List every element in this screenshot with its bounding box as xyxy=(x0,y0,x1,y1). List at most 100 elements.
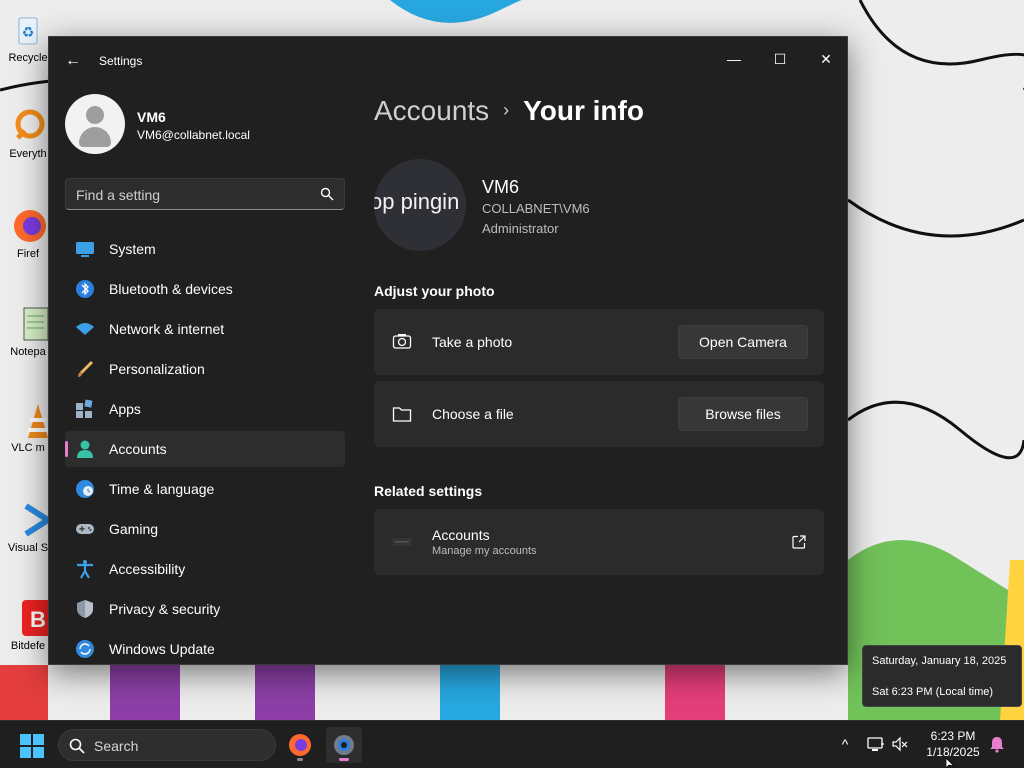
recycle-bin-icon: ♻ xyxy=(8,10,48,50)
user-role: Administrator xyxy=(482,221,559,236)
svg-text:♻: ♻ xyxy=(22,24,35,40)
close-button[interactable]: ✕ xyxy=(803,43,847,75)
svg-text:B: B xyxy=(30,607,46,632)
sidebar-item-label: Bluetooth & devices xyxy=(109,281,233,297)
bitdefender-icon: B xyxy=(8,598,52,638)
mouse-pointer-icon xyxy=(946,758,956,768)
taskbar: Search ^ 6:23 PM 1/18/2025 xyxy=(0,720,1024,768)
sidebar-item-system[interactable]: System xyxy=(65,231,345,267)
apps-icon xyxy=(76,399,93,418)
sidebar-item-privacy-security[interactable]: Privacy & security xyxy=(65,591,345,627)
browse-files-button[interactable]: Browse files xyxy=(678,397,808,431)
user-picture-text: op pingin xyxy=(374,189,460,214)
clock-tooltip: Saturday, January 18, 2025 Sat 6:23 PM (… xyxy=(862,645,1022,707)
active-indicator xyxy=(339,758,349,761)
maximize-button[interactable]: ☐ xyxy=(757,43,803,75)
notepad-icon xyxy=(8,304,49,344)
section-title-adjust-photo: Adjust your photo xyxy=(374,283,495,299)
open-camera-button[interactable]: Open Camera xyxy=(678,325,808,359)
related-accounts-subtitle: Manage my accounts xyxy=(432,545,537,557)
accounts-thumbnail-icon xyxy=(392,538,412,546)
breadcrumb-separator: › xyxy=(503,100,510,120)
volume-muted-icon[interactable] xyxy=(891,735,909,753)
taskbar-firefox[interactable] xyxy=(282,727,318,763)
brush-icon xyxy=(78,360,94,377)
sidebar-item-gaming[interactable]: Gaming xyxy=(65,511,345,547)
profile-name: VM6 xyxy=(137,109,166,125)
title-bar[interactable]: ← Settings — ☐ ✕ xyxy=(49,37,847,85)
sidebar-item-apps[interactable]: Apps xyxy=(65,391,345,427)
sidebar-item-windows-update[interactable]: Windows Update xyxy=(65,631,345,664)
sidebar-item-time-language[interactable]: Time & language xyxy=(65,471,345,507)
folder-icon xyxy=(392,407,412,422)
bluetooth-icon xyxy=(76,280,94,298)
windows-logo-tile xyxy=(20,747,31,758)
user-domain-account: COLLABNET\VM6 xyxy=(482,201,590,216)
start-button[interactable] xyxy=(20,734,44,758)
taskbar-settings[interactable] xyxy=(326,727,362,763)
find-setting-input[interactable] xyxy=(76,185,316,205)
notification-bell-icon[interactable] xyxy=(988,735,1006,753)
network-icon[interactable] xyxy=(867,735,885,753)
related-accounts-card[interactable]: Accounts Manage my accounts xyxy=(374,509,824,575)
accessibility-icon xyxy=(77,560,93,579)
profile-avatar[interactable] xyxy=(65,94,125,154)
profile-email: VM6@collabnet.local xyxy=(137,128,250,142)
tray-clock-date[interactable]: 1/18/2025 xyxy=(924,745,982,759)
tray-clock-time[interactable]: 6:23 PM xyxy=(924,729,982,743)
avatar-head-shape xyxy=(86,106,104,124)
shield-icon xyxy=(77,600,93,618)
page-title: Your info xyxy=(523,95,644,126)
user-name: VM6 xyxy=(482,177,520,197)
take-photo-card: Take a photo Open Camera xyxy=(374,309,824,375)
windows-logo-tile xyxy=(33,734,44,745)
breadcrumb: Accounts › Your info xyxy=(374,95,644,127)
vlc-icon xyxy=(8,400,48,440)
settings-window: ← Settings — ☐ ✕ VM6 VM6@collabnet.local… xyxy=(48,36,848,665)
wifi-icon xyxy=(76,323,94,335)
choose-file-card: Choose a file Browse files xyxy=(374,381,824,447)
open-external-icon xyxy=(792,535,806,549)
running-indicator xyxy=(297,758,303,761)
sidebar-item-label: System xyxy=(109,241,156,257)
sidebar-item-personalization[interactable]: Personalization xyxy=(65,351,345,387)
find-setting-box[interactable] xyxy=(65,178,345,210)
sidebar-item-label: Privacy & security xyxy=(109,601,221,617)
sidebar-item-accessibility[interactable]: Accessibility xyxy=(65,551,345,587)
sidebar-item-label: Apps xyxy=(109,401,141,417)
minimize-button[interactable]: — xyxy=(711,43,757,75)
clock-tooltip-date: Saturday, January 18, 2025 xyxy=(872,655,1007,667)
sidebar-item-label: Accessibility xyxy=(109,561,186,577)
sidebar-nav: System Bluetooth & devices Network & int… xyxy=(65,231,345,664)
sidebar-item-label: Personalization xyxy=(109,361,205,377)
take-photo-label: Take a photo xyxy=(432,334,513,350)
tray-overflow-chevron-icon[interactable]: ^ xyxy=(836,735,854,753)
sidebar-item-accounts[interactable]: Accounts xyxy=(65,431,345,467)
gear-icon xyxy=(334,735,354,755)
sidebar-item-label: Time & language xyxy=(109,481,215,497)
windows-logo-tile xyxy=(20,734,31,745)
sidebar-item-bluetooth[interactable]: Bluetooth & devices xyxy=(65,271,345,307)
taskbar-search[interactable]: Search xyxy=(58,729,276,761)
avatar-body-shape xyxy=(79,127,111,147)
everything-icon xyxy=(8,106,48,146)
breadcrumb-parent[interactable]: Accounts xyxy=(374,95,489,126)
search-icon xyxy=(69,738,85,754)
section-title-related-settings: Related settings xyxy=(374,483,483,499)
firefox-icon xyxy=(8,206,48,246)
globe-clock-icon xyxy=(76,480,94,498)
sidebar-item-network[interactable]: Network & internet xyxy=(65,311,345,347)
sidebar-item-label: Accounts xyxy=(109,441,167,457)
firefox-icon xyxy=(289,734,311,756)
sidebar-item-label: Windows Update xyxy=(109,641,215,657)
choose-file-label: Choose a file xyxy=(432,406,514,422)
user-picture: op pingin xyxy=(374,159,466,251)
gamepad-icon xyxy=(76,524,94,534)
back-button[interactable]: ← xyxy=(63,51,83,71)
search-icon[interactable] xyxy=(320,187,334,201)
related-accounts-title: Accounts xyxy=(432,527,490,543)
taskbar-search-label: Search xyxy=(94,738,139,754)
sidebar-item-label: Gaming xyxy=(109,521,159,537)
system-icon xyxy=(76,242,94,257)
window-title: Settings xyxy=(99,54,143,68)
